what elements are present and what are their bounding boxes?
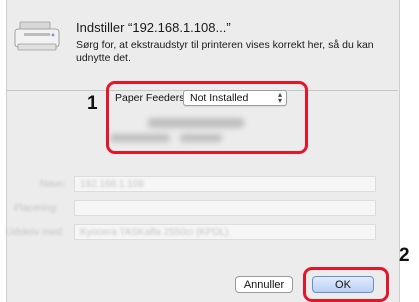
printer-icon [14, 21, 60, 51]
driver-value: Kyocera TASKalfa 2550ci (KPDL) [80, 227, 229, 238]
step-2-callout: 2 [399, 245, 410, 266]
name-value: 192.168.1.108 [80, 179, 144, 190]
step-1-callout: 1 [87, 93, 98, 114]
location-field[interactable] [74, 200, 376, 216]
dialog-description: Sørg for, at ekstraudstyr til printeren … [76, 39, 374, 64]
location-label: Placering: [14, 203, 59, 214]
cancel-button[interactable]: Annuller [235, 276, 293, 293]
dialog-title: Indstiller “192.168.1.108...” [76, 20, 231, 35]
highlight-paper-feeders [106, 81, 308, 154]
ok-button[interactable]: OK [312, 276, 374, 293]
name-label: Navn: [40, 179, 67, 190]
driver-label: Udskriv med: [6, 227, 65, 238]
